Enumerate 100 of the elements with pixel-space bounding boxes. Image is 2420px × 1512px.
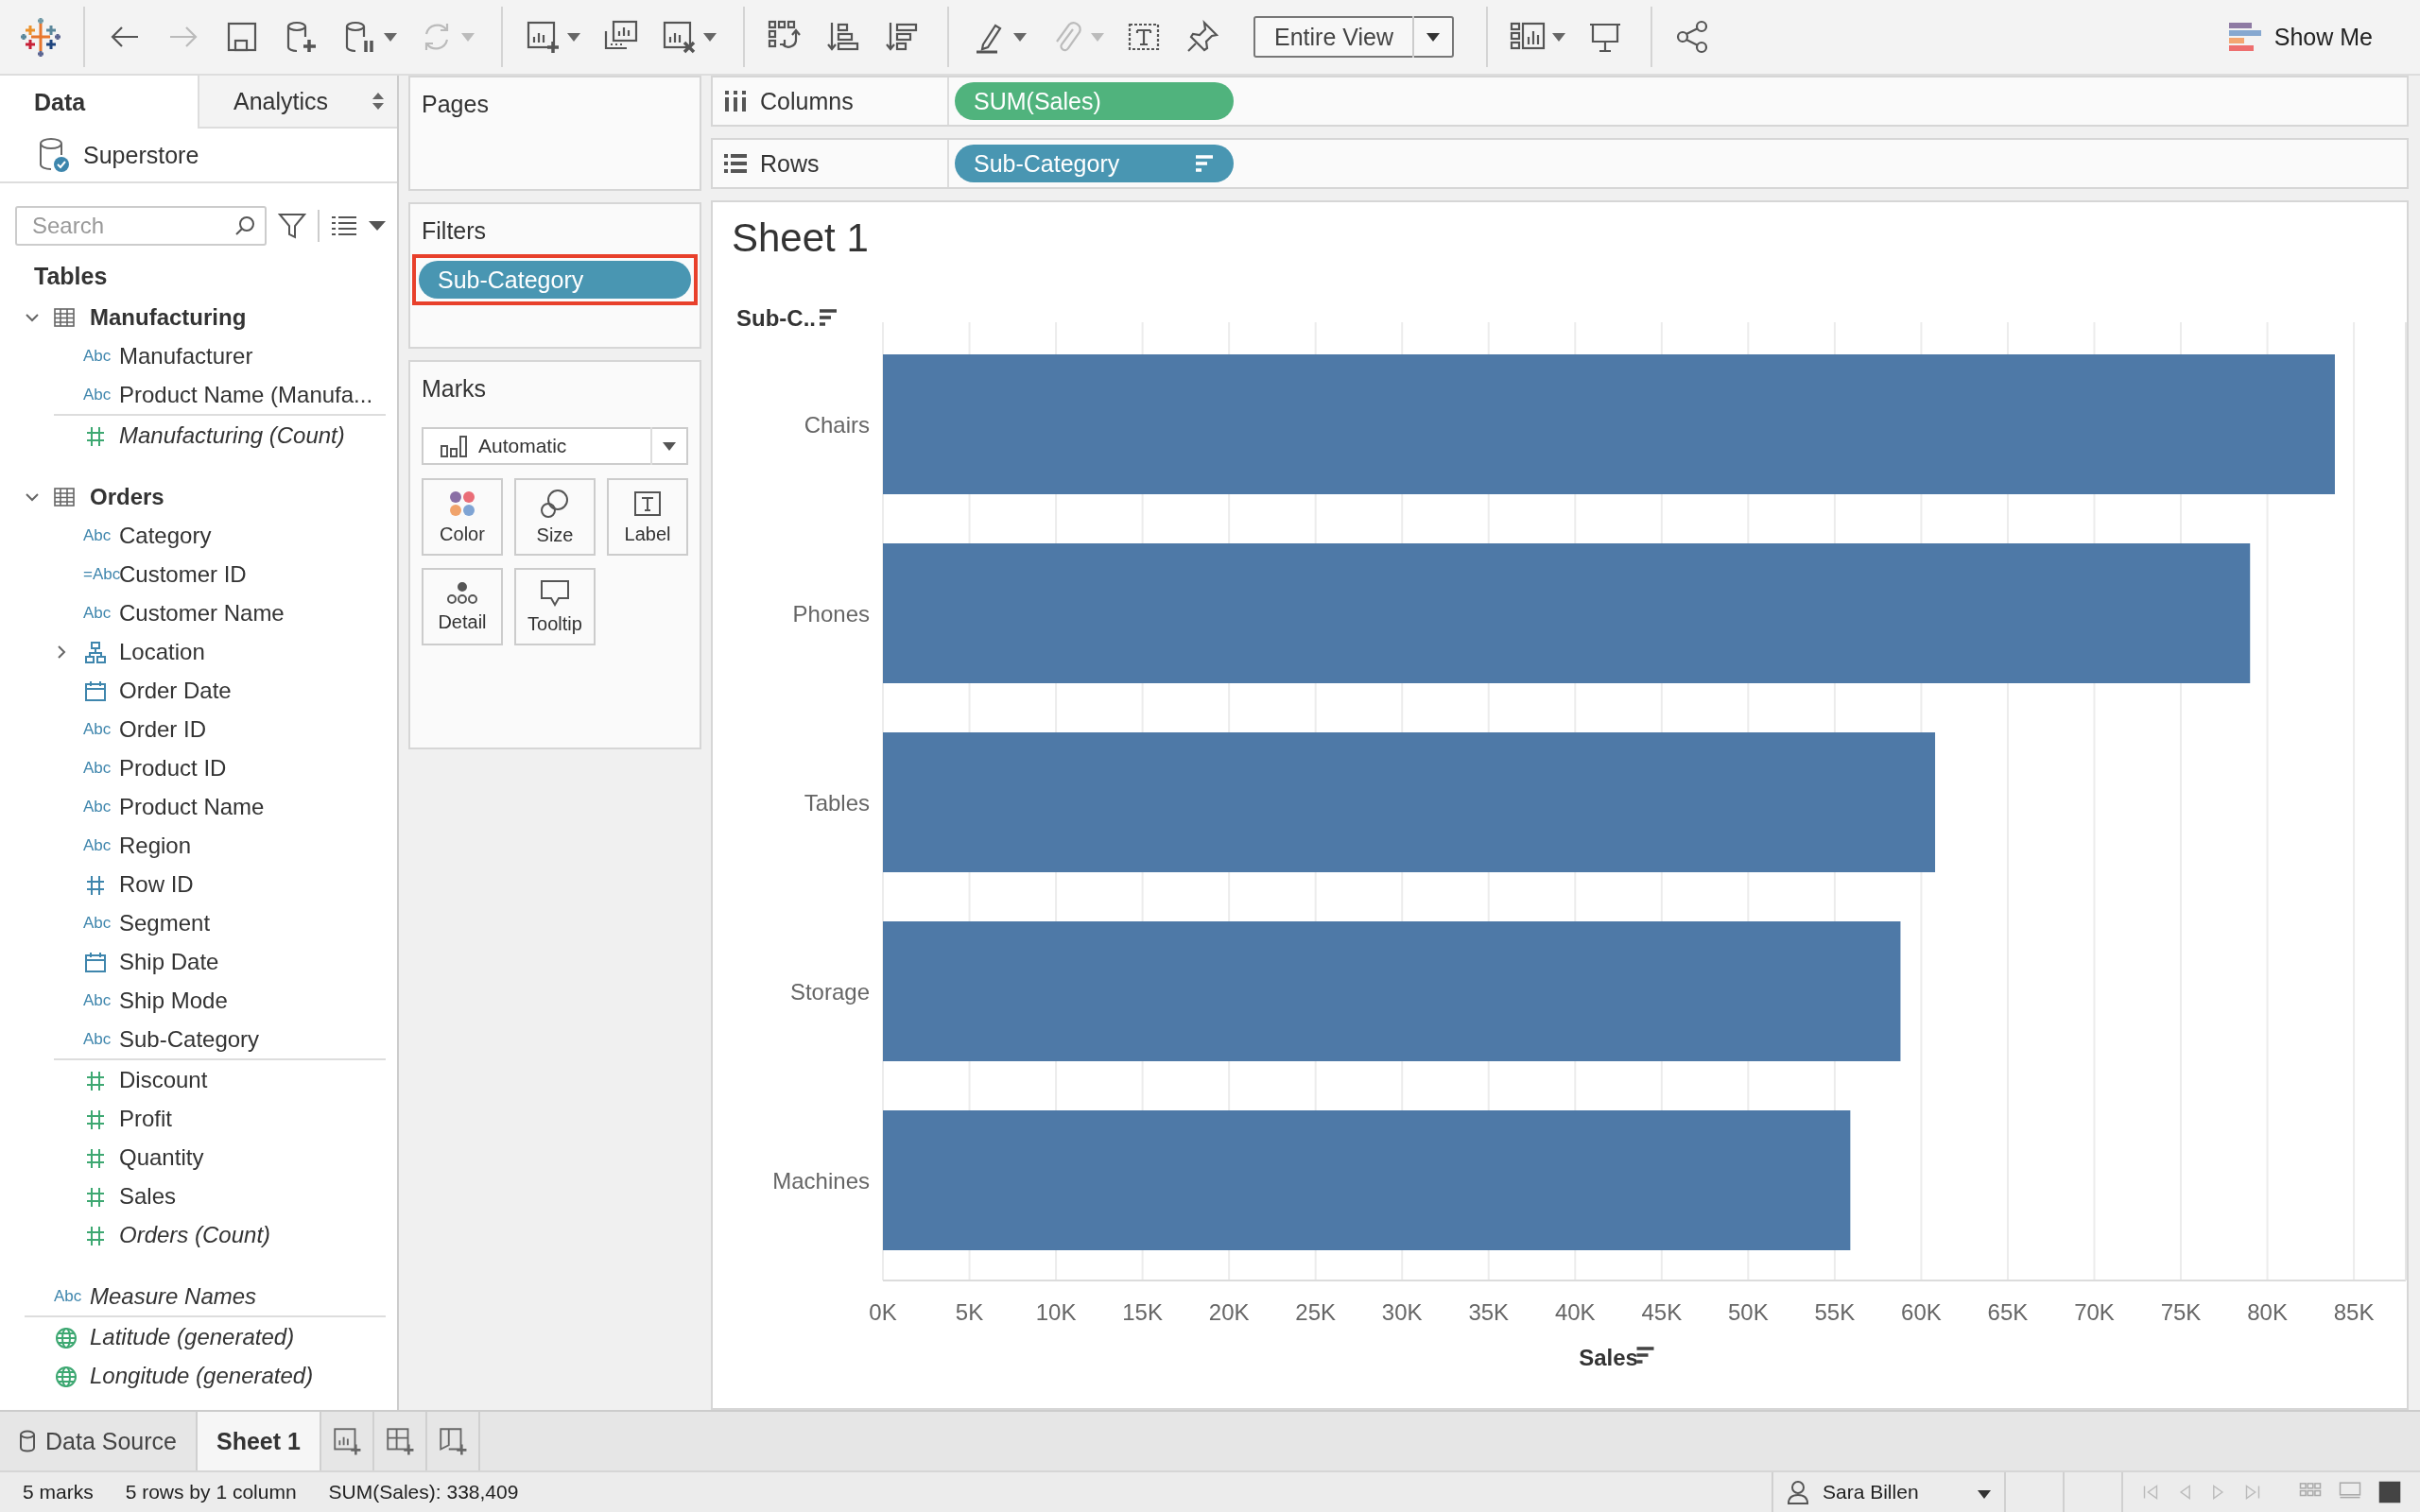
filter-icon[interactable] [278,212,306,240]
tick-label: 80K [2247,1299,2288,1325]
card-title: Marks [422,375,488,403]
table-icon [54,487,75,507]
caret-icon[interactable] [369,221,386,231]
caret-icon [703,32,717,42]
status-text: 5 rows by 1 column [125,1481,297,1503]
field-name[interactable]: Order Date [118,677,232,704]
tooltip-button[interactable]: Tooltip [514,568,596,645]
field-name[interactable]: Sub-Category [118,1025,260,1053]
field-name[interactable]: Sales [118,1182,177,1210]
field-type-label: Abc [83,758,112,778]
show-me-button[interactable]: Show Me [2222,22,2378,52]
field-name[interactable]: Ship Date [118,948,219,975]
field-type-label: Abc [83,1029,112,1049]
field-name[interactable]: Profit [118,1105,172,1132]
field-name[interactable]: Discount [118,1066,208,1093]
status-text: 5 marks [23,1481,94,1503]
field-name[interactable]: Manufacturing (Count) [118,421,345,449]
search-icon [234,215,255,236]
detail-button[interactable]: Detail [422,568,503,645]
axis-title: Sub-C.. [736,305,816,331]
pane-tab[interactable]: Analytics [198,76,397,129]
person-icon [1787,1480,1809,1504]
field-type-label: Abc [83,719,112,739]
caret-icon [1978,1490,1991,1499]
field-name[interactable]: Measure Names [89,1282,257,1310]
size-button[interactable]: Size [514,478,596,556]
bar-chart-icon [2228,23,2261,51]
field-name[interactable]: Segment [118,909,211,936]
field-type-label: =Abc [83,564,121,584]
caret-icon [663,441,676,451]
field-name[interactable]: Orders (Count) [118,1221,271,1248]
field-name[interactable]: Ship Mode [118,987,228,1014]
speech-bubble-icon [540,578,570,608]
field-type-label: Abc [83,990,112,1010]
sort-icon [818,309,838,326]
bar-chart-icon [441,435,469,457]
field-name[interactable]: Manufacturer [118,342,253,369]
category-label: Storage [789,979,870,1005]
list-view-icon[interactable] [331,215,357,236]
status-text: SUM(Sales): 338,409 [328,1481,519,1503]
field-type-label: Abc [54,1286,82,1306]
section-heading: Tables [33,262,109,291]
field-name[interactable]: Longitude (generated) [89,1362,314,1389]
data-source-name[interactable]: Superstore [83,141,199,169]
field-name[interactable]: Product Name (Manufa... [118,381,373,408]
table-name[interactable]: Orders [89,483,164,510]
fit-dropdown[interactable]: Entire View [1253,16,1454,58]
field-name[interactable]: Latitude (generated) [89,1323,295,1350]
field-name[interactable]: Product ID [118,754,227,782]
field-name[interactable]: Customer Name [118,599,285,627]
field-type-label: Abc [83,385,112,404]
field-name[interactable]: Location [118,638,205,665]
caret-icon [461,32,475,42]
mark-type-dropdown[interactable]: Automatic [422,427,688,465]
up-down-caret-icon [372,93,384,110]
tick-label: 85K [2333,1299,2375,1325]
field-type-label: Abc [83,835,112,855]
tick-label: 5K [955,1299,984,1325]
field-name[interactable]: Quantity [118,1143,204,1171]
tick-label: 25K [1295,1299,1336,1325]
label-button[interactable]: Label [607,478,688,556]
field-type-label: Abc [83,525,112,545]
tick-label: 20K [1208,1299,1250,1325]
field-name[interactable]: Row ID [118,870,194,898]
search-field[interactable]: Search [15,206,267,246]
dots-icon [446,580,478,606]
caret-icon [1552,32,1565,42]
axis-title: Sales [1579,1345,1638,1370]
tick-label: 10K [1035,1299,1077,1325]
caret-icon [384,32,397,42]
caret-icon [1013,32,1027,42]
tick-label: 0K [869,1299,897,1325]
caret-icon [1426,32,1440,42]
field-type-label: Abc [83,913,112,933]
tick-label: 60K [1901,1299,1942,1325]
shelf-label: Rows [760,149,820,178]
card-title: Pages [422,91,490,118]
rows-icon [724,153,747,174]
color-button[interactable]: Color [422,478,503,556]
field-type-label: Abc [83,346,112,366]
field-name[interactable]: Order ID [118,715,206,743]
tick-label: 70K [2074,1299,2115,1325]
table-icon [54,307,75,327]
field-name[interactable]: Region [118,832,192,859]
field-name[interactable]: Category [118,522,212,549]
category-label: Machines [772,1168,870,1194]
tick-label: 40K [1554,1299,1596,1325]
field-type-label: Abc [83,797,112,816]
tick-label: 55K [1814,1299,1856,1325]
sheet-tab[interactable]: Sheet 1 [197,1412,321,1470]
caret-icon [1091,32,1104,42]
field-name[interactable]: Product Name [118,793,265,820]
circles-icon [540,488,570,519]
sheet-title: Sheet 1 [732,215,870,261]
logo-icon[interactable] [21,17,60,57]
field-type-label: Abc [83,603,112,623]
user-menu[interactable]: Sara Billen [1772,1472,2006,1512]
table-name[interactable]: Manufacturing [89,303,247,331]
